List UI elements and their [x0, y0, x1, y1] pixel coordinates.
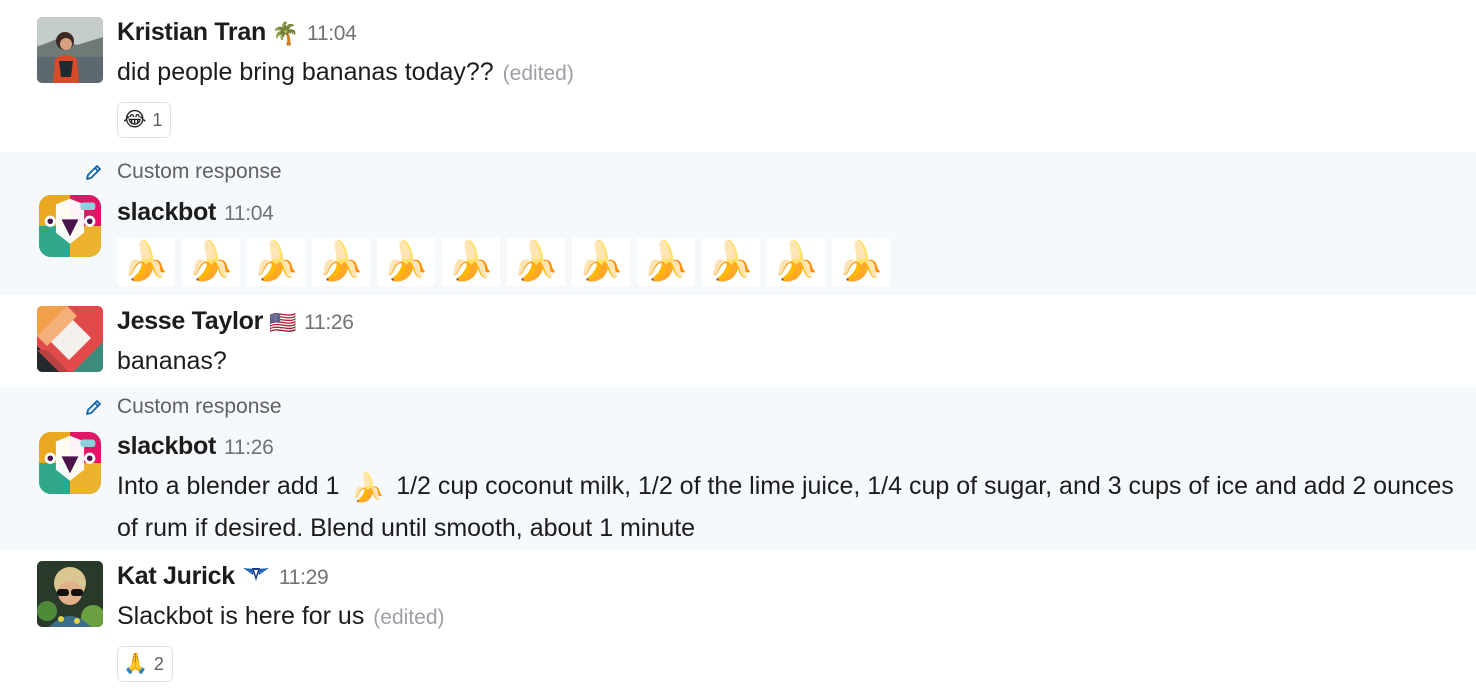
- avatar-slackbot[interactable]: [39, 195, 101, 257]
- author-name[interactable]: slackbot 11:26: [117, 432, 274, 461]
- custom-response-label: Custom response: [117, 395, 282, 418]
- message-jesse: Jesse Taylor 🇺🇸 11:26 bananas?: [0, 295, 1476, 387]
- author-name-text[interactable]: slackbot: [117, 432, 216, 460]
- banana-icon: 🍌: [637, 238, 695, 286]
- message-slackbot-recipe: Custom response slackbot 11:26 Into a ble…: [0, 387, 1476, 550]
- author-name-text[interactable]: Jesse Taylor: [117, 307, 263, 335]
- message-text: bananas?: [117, 347, 227, 376]
- banana-emoji-row: 🍌 🍌 🍌 🍌 🍌 🍌 🍌 🍌 🍌 🍌 🍌 🍌: [117, 238, 890, 286]
- author-name[interactable]: slackbot 11:04: [117, 198, 274, 227]
- edited-label: (edited): [502, 62, 574, 85]
- message-text: Slackbot is here for us (edited): [117, 602, 445, 631]
- message-kristian: Kristian Tran 🌴 11:04 did people bring ban…: [0, 0, 1476, 152]
- message-kat: Kat Jurick 11:29 Slackbot is here for us…: [0, 550, 1476, 696]
- banana-icon: 🍌: [702, 238, 760, 286]
- avatar-kat-jurick[interactable]: [37, 561, 103, 627]
- banana-icon: 🍌: [117, 238, 175, 286]
- banana-icon: 🍌: [507, 238, 565, 286]
- banana-icon: 🍌: [182, 238, 240, 286]
- author-name[interactable]: Kristian Tran 🌴 11:04: [117, 18, 357, 47]
- pencil-icon: [86, 165, 101, 180]
- timestamp[interactable]: 11:29: [279, 566, 329, 589]
- banana-icon: 🍌: [442, 238, 500, 286]
- message-body: did people bring bananas today??: [117, 58, 494, 86]
- timestamp[interactable]: 11:26: [224, 436, 274, 459]
- author-name-text[interactable]: Kristian Tran: [117, 18, 266, 46]
- author-name-text[interactable]: Kat Jurick: [117, 562, 235, 590]
- winged-badge-icon: [242, 568, 269, 581]
- reaction-button[interactable]: 😂 1: [117, 102, 172, 138]
- timestamp[interactable]: 11:26: [304, 311, 354, 334]
- avatar-jesse-taylor[interactable]: [37, 306, 103, 372]
- timestamp[interactable]: 11:04: [307, 22, 357, 45]
- banana-icon: 🍌: [312, 238, 370, 286]
- message-text: did people bring bananas today?? (edited…: [117, 58, 574, 87]
- message-text: Into a blender add 1 🍌 1/2 cup coconut m…: [117, 466, 1467, 548]
- author-name-text[interactable]: slackbot: [117, 198, 216, 226]
- custom-response-header: Custom response: [84, 160, 282, 184]
- badge-icon: [241, 563, 271, 589]
- joy-emoji-icon: 😂: [123, 109, 147, 131]
- author-name[interactable]: Jesse Taylor 🇺🇸 11:26: [117, 307, 354, 336]
- avatar-slackbot[interactable]: [39, 432, 101, 494]
- banana-icon: 🍌: [350, 472, 386, 503]
- custom-response-label: Custom response: [117, 160, 282, 183]
- reaction-button[interactable]: 🙏 2: [117, 646, 173, 682]
- message-body-start: Into a blender add 1: [117, 472, 340, 500]
- message-slackbot-bananas: Custom response slackbot 11:04 🍌 🍌 🍌 🍌 🍌 …: [0, 152, 1476, 295]
- message-body: Slackbot is here for us: [117, 602, 365, 630]
- us-flag-icon: 🇺🇸: [269, 310, 297, 335]
- pray-emoji-icon: 🙏: [123, 653, 148, 675]
- timestamp[interactable]: 11:04: [224, 202, 274, 225]
- avatar-kristian-tran[interactable]: [37, 17, 103, 83]
- custom-response-header: Custom response: [84, 395, 282, 419]
- banana-icon: 🍌: [767, 238, 825, 286]
- banana-icon: 🍌: [377, 238, 435, 286]
- edited-label: (edited): [373, 606, 445, 629]
- banana-icon: 🍌: [247, 238, 305, 286]
- message-body: bananas?: [117, 347, 227, 375]
- banana-icon: 🍌: [832, 238, 890, 286]
- reaction-count: 2: [153, 653, 164, 674]
- banana-icon: 🍌: [572, 238, 630, 286]
- reaction-count: 1: [152, 109, 163, 130]
- author-name[interactable]: Kat Jurick 11:29: [117, 562, 329, 591]
- palm-tree-icon: 🌴: [271, 21, 300, 46]
- pencil-icon: [86, 400, 101, 415]
